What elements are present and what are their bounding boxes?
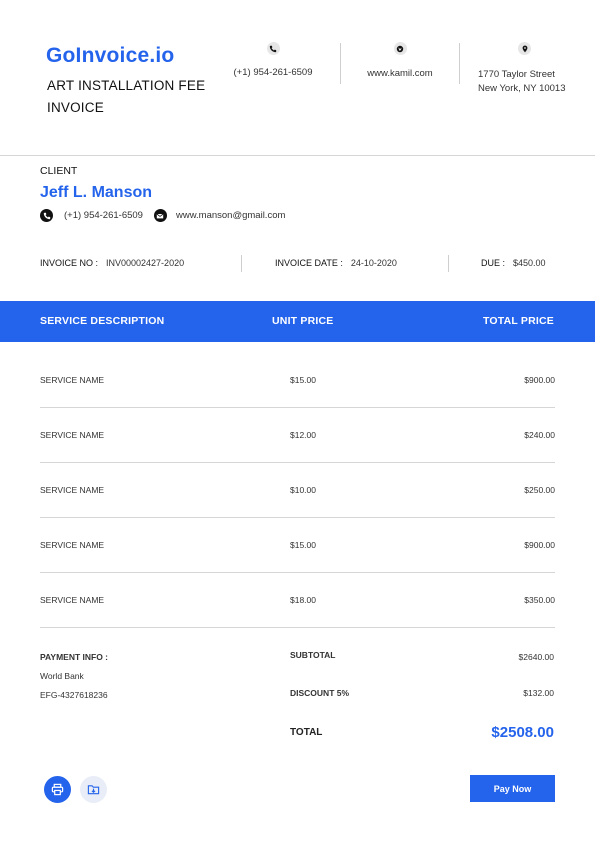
total-value: $2508.00 bbox=[491, 724, 554, 741]
total-price: $250.00 bbox=[524, 485, 555, 495]
unit-price: $10.00 bbox=[290, 485, 316, 495]
globe-icon bbox=[393, 42, 407, 55]
service-name: SERVICE NAME bbox=[40, 375, 105, 385]
email-icon bbox=[153, 209, 167, 222]
total-price: $240.00 bbox=[524, 430, 555, 440]
payment-bank: World Bank bbox=[40, 671, 84, 681]
client-name: Jeff L. Manson bbox=[40, 184, 153, 201]
unit-price: $15.00 bbox=[290, 540, 316, 550]
row-divider bbox=[40, 462, 555, 463]
contact-phone-text: (+1) 954-261-6509 bbox=[233, 67, 313, 78]
column-header-description: SERVICE DESCRIPTION bbox=[40, 315, 165, 327]
unit-price: $18.00 bbox=[290, 595, 316, 605]
row-divider bbox=[40, 407, 555, 408]
row-divider bbox=[40, 572, 555, 573]
discount-label: DISCOUNT 5% bbox=[290, 688, 350, 698]
unit-price: $15.00 bbox=[290, 375, 316, 385]
client-phone: (+1) 954-261-6509 bbox=[64, 210, 143, 221]
invoice-number-label: INVOICE NO : bbox=[40, 258, 99, 268]
client-label: CLIENT bbox=[40, 165, 78, 177]
payment-account: EFG-4327618236 bbox=[40, 690, 108, 700]
column-header-total-price: TOTAL PRICE bbox=[482, 315, 554, 327]
contact-address-line2: New York, NY 10013 bbox=[478, 83, 566, 94]
phone-icon bbox=[266, 42, 280, 55]
contact-address: 1770 Taylor Street New York, NY 10013 bbox=[478, 42, 578, 112]
invoice-due-value: $450.00 bbox=[513, 258, 546, 268]
invoice-date: INVOICE DATE : 24-10-2020 bbox=[275, 258, 397, 268]
print-button[interactable] bbox=[44, 776, 71, 803]
client-contact-row: (+1) 954-261-6509 www.manson@gmail.com bbox=[40, 209, 285, 222]
invoice-due: DUE : $450.00 bbox=[481, 258, 546, 268]
column-header-unit-price: UNIT PRICE bbox=[272, 315, 334, 327]
row-divider bbox=[40, 517, 555, 518]
location-pin-icon bbox=[518, 42, 531, 55]
total-label: TOTAL bbox=[290, 727, 323, 738]
total-price: $900.00 bbox=[524, 540, 555, 550]
row-divider bbox=[40, 627, 555, 628]
client-email: www.manson@gmail.com bbox=[175, 210, 286, 221]
total-price: $900.00 bbox=[524, 375, 555, 385]
header-divider bbox=[459, 43, 460, 84]
printer-icon bbox=[51, 783, 64, 796]
brand-logo-text: GoInvoice.io bbox=[46, 44, 175, 67]
header-divider bbox=[340, 43, 341, 84]
contact-website: www.kamil.com bbox=[355, 42, 445, 112]
contact-website-text: www.kamil.com bbox=[367, 68, 433, 79]
service-name: SERVICE NAME bbox=[40, 485, 105, 495]
total-price: $350.00 bbox=[524, 595, 555, 605]
download-button[interactable] bbox=[80, 776, 107, 803]
folder-download-icon bbox=[87, 785, 100, 795]
phone-icon bbox=[40, 209, 53, 222]
service-name: SERVICE NAME bbox=[40, 595, 105, 605]
service-name: SERVICE NAME bbox=[40, 540, 105, 550]
pay-now-button[interactable]: Pay Now bbox=[470, 775, 555, 802]
meta-divider bbox=[448, 255, 449, 272]
invoice-number-value: INV00002427-2020 bbox=[106, 258, 185, 268]
contact-address-line1: 1770 Taylor Street bbox=[478, 69, 555, 80]
invoice-number: INVOICE NO : INV00002427-2020 bbox=[40, 258, 184, 268]
contact-phone: (+1) 954-261-6509 bbox=[233, 42, 313, 112]
header-separator bbox=[0, 155, 595, 156]
invoice-due-label: DUE : bbox=[481, 258, 506, 268]
subtotal-value: $2640.00 bbox=[518, 652, 554, 662]
invoice-date-label: INVOICE DATE : bbox=[275, 258, 343, 268]
meta-divider bbox=[241, 255, 242, 272]
unit-price: $12.00 bbox=[290, 430, 316, 440]
subtotal-label: SUBTOTAL bbox=[290, 650, 336, 660]
invoice-date-value: 24-10-2020 bbox=[350, 258, 397, 268]
service-name: SERVICE NAME bbox=[40, 430, 105, 440]
payment-info-label: PAYMENT INFO : bbox=[40, 652, 109, 662]
discount-value: $132.00 bbox=[523, 688, 554, 698]
invoice-title: ART INSTALLATION FEE INVOICE bbox=[47, 78, 206, 115]
